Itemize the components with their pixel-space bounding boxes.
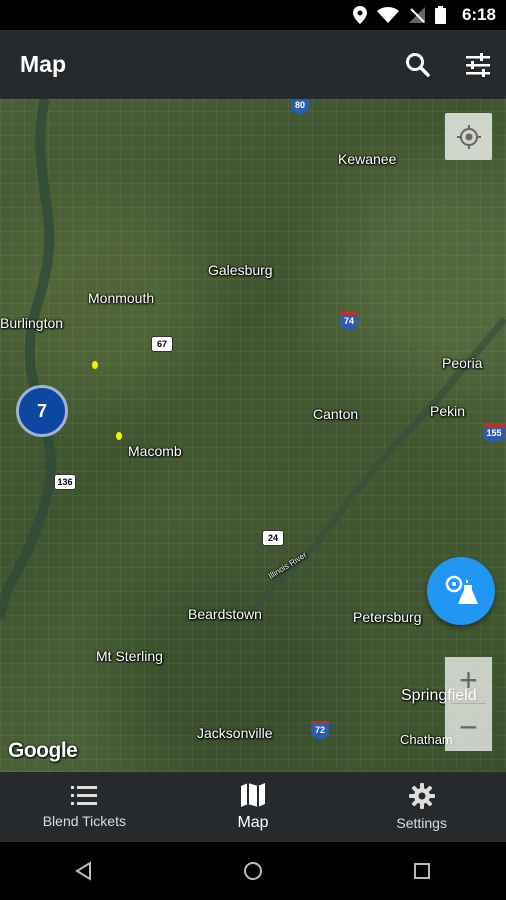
zoom-in-button[interactable]: + (445, 657, 492, 703)
search-button[interactable] (403, 50, 433, 80)
highway-shield-155: 155 (483, 424, 505, 442)
city-label-mt-sterling: Mt Sterling (96, 648, 163, 664)
crosshair-icon (456, 124, 481, 149)
nav-label-blend-tickets: Blend Tickets (42, 813, 126, 829)
city-label-jacksonville: Jacksonville (197, 725, 273, 741)
marker-cluster[interactable]: 7 (16, 385, 68, 437)
wifi-icon (376, 7, 399, 23)
highway-shield-136: 136 (54, 474, 76, 490)
back-icon[interactable] (74, 861, 94, 881)
nav-blend-tickets[interactable]: Blend Tickets (0, 772, 169, 842)
city-label-pekin: Pekin (430, 403, 466, 419)
add-blend-fab[interactable] (427, 557, 495, 625)
search-icon (406, 53, 430, 77)
filter-button[interactable] (463, 50, 493, 80)
status-bar: 6:18 (0, 0, 506, 30)
google-attribution: Google (8, 739, 78, 762)
zoom-controls: + − (445, 657, 492, 751)
highway-shield-67: 67 (151, 336, 173, 352)
cluster-count: 7 (36, 400, 47, 421)
map-view[interactable]: Kewanee Galesburg Monmouth Burlington Pe… (0, 99, 506, 772)
city-label-kewanee: Kewanee (338, 151, 397, 167)
app-bar: Map (0, 30, 506, 99)
gear-icon (408, 783, 435, 809)
nav-label-settings: Settings (396, 815, 447, 831)
map-marker[interactable] (116, 432, 122, 440)
map-marker[interactable] (92, 361, 98, 369)
map-icon (241, 783, 265, 807)
status-time: 6:18 (461, 5, 496, 24)
city-label-burlington: Burlington (0, 315, 64, 331)
tune-icon (466, 53, 490, 77)
recents-icon[interactable] (412, 861, 432, 881)
highway-shield-72: 72 (311, 721, 329, 739)
my-location-button[interactable] (445, 113, 492, 160)
battery-icon (434, 6, 446, 24)
mississippi-river (0, 99, 506, 621)
nav-map[interactable]: Map (169, 772, 338, 842)
status-icons: 6:18 (352, 5, 496, 25)
home-icon[interactable] (243, 861, 263, 881)
page-title: Map (20, 51, 66, 77)
nav-label-map: Map (237, 814, 269, 831)
highway-shield-74: 74 (340, 312, 358, 330)
city-label-peoria: Peoria (442, 355, 483, 371)
system-navigation-bar (0, 842, 506, 900)
bottom-navigation: Blend Tickets Map Settings (0, 772, 506, 842)
list-icon (71, 786, 98, 805)
city-label-macomb: Macomb (128, 443, 182, 459)
no-signal-icon (408, 7, 425, 23)
city-label-beardstown: Beardstown (188, 606, 262, 622)
location-icon (352, 6, 367, 24)
highway-shield-24: 24 (262, 530, 284, 546)
city-label-monmouth: Monmouth (88, 290, 155, 306)
zoom-out-button[interactable]: − (445, 704, 492, 750)
city-label-canton: Canton (313, 406, 359, 422)
highway-shield-80: 80 (291, 99, 309, 114)
nav-settings[interactable]: Settings (337, 772, 506, 842)
blend-icon (445, 575, 478, 604)
city-label-petersburg: Petersburg (353, 609, 422, 625)
city-label-galesburg: Galesburg (208, 262, 273, 278)
